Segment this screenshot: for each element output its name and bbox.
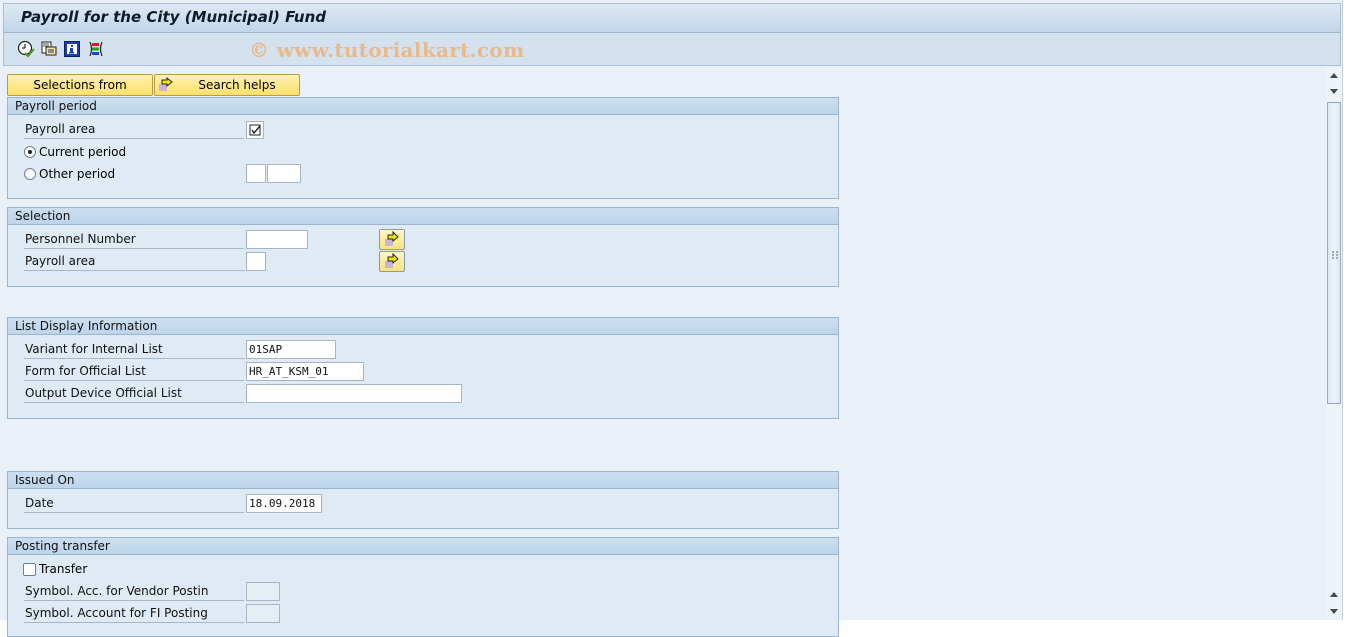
output-device-official-list-label: Output Device Official List <box>24 383 244 403</box>
symbol-acc-vendor-label: Symbol. Acc. for Vendor Postin <box>24 581 244 601</box>
get-variant-icon[interactable] <box>40 40 58 58</box>
date-row: Date <box>23 493 263 513</box>
date-input[interactable]: 18.09.2018 <box>246 494 322 513</box>
window-margin <box>1343 0 1356 620</box>
scroll-down-bottom-icon[interactable] <box>1328 604 1340 618</box>
group-payroll-period: Payroll period Payroll area Current peri… <box>7 97 839 199</box>
group-header: Posting transfer <box>8 538 838 555</box>
personnel-number-row: Personnel Number <box>23 229 263 249</box>
form-row: Form for Official List <box>23 361 263 381</box>
scroll-down-icon[interactable] <box>1328 84 1340 98</box>
group-list-display-information: List Display Information Variant for Int… <box>7 317 839 419</box>
transfer-label: Transfer <box>39 562 88 576</box>
output-device-official-list-input[interactable] <box>246 384 462 403</box>
output-device-row: Output Device Official List <box>23 383 263 403</box>
personnel-number-input[interactable] <box>246 230 308 249</box>
page-title: Payroll for the City (Municipal) Fund <box>21 8 326 26</box>
form-official-list-input[interactable]: HR_AT_KSM_01 <box>246 362 364 381</box>
group-posting-transfer: Posting transfer Transfer Symbol. Acc. f… <box>7 537 839 637</box>
scroll-up-icon[interactable] <box>1328 69 1340 83</box>
group-header: Selection <box>8 208 838 225</box>
variant-row: Variant for Internal List <box>23 339 263 359</box>
selection-screen: Selections from Search helps Payroll per… <box>0 67 1326 637</box>
other-period-field-2[interactable] <box>267 164 301 183</box>
form-official-list-label: Form for Official List <box>24 361 244 381</box>
payroll-area-label: Payroll area <box>24 119 244 139</box>
selections-from-button[interactable]: Selections from <box>7 74 153 96</box>
search-helps-button[interactable]: Search helps <box>154 74 300 96</box>
group-header: List Display Information <box>8 318 838 335</box>
watermark: © www.tutorialkart.com <box>249 38 525 62</box>
payroll-area-row: Payroll area <box>23 119 263 139</box>
variant-internal-list-input[interactable]: 01SAP <box>246 340 336 359</box>
scroll-up-bottom-icon[interactable] <box>1328 588 1340 602</box>
vendor-posting-row: Symbol. Acc. for Vendor Postin <box>23 581 263 601</box>
group-issued-on: Issued On Date 18.09.2018 <box>7 471 839 529</box>
selections-from-label: Selections from <box>33 78 127 92</box>
variant-internal-list-label: Variant for Internal List <box>24 339 244 359</box>
current-period-label: Current period <box>39 145 127 159</box>
date-label: Date <box>24 493 244 513</box>
scrollbar-thumb[interactable] <box>1327 102 1341 404</box>
group-header: Issued On <box>8 472 838 489</box>
grip-icon <box>1332 251 1338 259</box>
other-period-field-1[interactable] <box>246 164 266 183</box>
symbol-account-fi-label: Symbol. Account for FI Posting <box>24 603 244 623</box>
selection-options-icon[interactable] <box>87 40 105 58</box>
current-period-radio[interactable] <box>24 146 36 158</box>
group-header: Payroll period <box>8 98 838 115</box>
fi-posting-row: Symbol. Account for FI Posting <box>23 603 263 623</box>
payroll-area-multiple-selection-button[interactable] <box>379 251 405 272</box>
payroll-area-checkbox[interactable] <box>246 121 264 139</box>
other-period-radio[interactable] <box>24 168 36 180</box>
personnel-number-label: Personnel Number <box>24 229 244 249</box>
program-documentation-icon[interactable] <box>63 40 81 58</box>
title-bar: Payroll for the City (Municipal) Fund <box>3 3 1341 33</box>
execute-icon[interactable] <box>17 40 35 58</box>
application-toolbar: © www.tutorialkart.com <box>3 33 1341 66</box>
sap-window: Payroll for the City (Municipal) Fund © … <box>0 0 1343 637</box>
group-selection: Selection Personnel Number Payroll area <box>7 207 839 287</box>
payroll-area-selection-label: Payroll area <box>24 251 244 271</box>
vertical-scrollbar[interactable] <box>1326 67 1342 620</box>
payroll-area-input[interactable] <box>246 252 266 271</box>
other-period-label: Other period <box>39 167 116 181</box>
multiple-selection-icon <box>158 76 174 99</box>
personnel-number-multiple-selection-button[interactable] <box>379 229 405 250</box>
search-helps-label: Search helps <box>198 78 276 92</box>
payroll-area-selection-row: Payroll area <box>23 251 263 271</box>
symbol-acc-vendor-input[interactable] <box>246 582 280 601</box>
multiple-selection-icon <box>385 252 399 268</box>
symbol-account-fi-input[interactable] <box>246 604 280 623</box>
transfer-checkbox[interactable] <box>23 563 36 576</box>
multiple-selection-icon <box>385 230 399 246</box>
